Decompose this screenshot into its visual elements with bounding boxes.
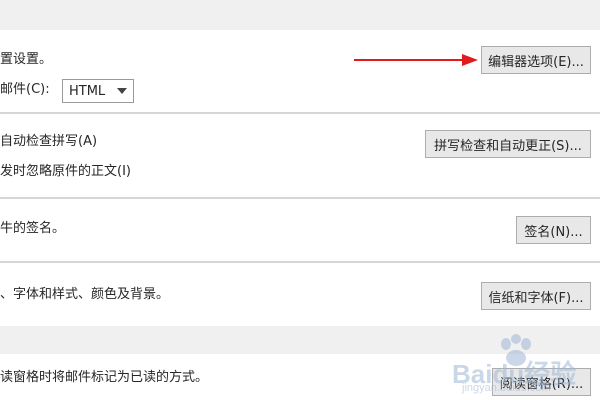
ignore-original-text-checkbox-label[interactable]: 发时忽略原件的正文(I) (0, 164, 131, 180)
reading-pane-text: 读窗格时将邮件标记为已读的方式。 (0, 370, 209, 385)
spelling-autocorrect-button[interactable]: 拼写检查和自动更正(S)... (425, 130, 591, 158)
red-arrow-annotation (354, 54, 478, 66)
compose-format-label: 邮件(C): (0, 82, 50, 97)
editor-options-text: 置设置。 (0, 52, 53, 67)
section-separator (0, 197, 600, 199)
section-header-band (0, 0, 600, 30)
signature-text: 牛的签名。 (0, 221, 66, 236)
editor-options-button[interactable]: 编辑器选项(E)... (481, 46, 591, 74)
section-separator (0, 112, 600, 114)
stationery-text: 、字体和样式、颜色及背景。 (0, 287, 170, 302)
baidu-watermark: Baidu经验 jingyan.baidu.com (452, 334, 582, 396)
signature-button[interactable]: 签名(N)... (516, 216, 591, 244)
chevron-down-icon (117, 88, 127, 94)
compose-format-value: HTML (69, 83, 106, 99)
compose-format-select[interactable]: HTML (62, 79, 134, 103)
stationery-fonts-button[interactable]: 信纸和字体(F)... (481, 282, 591, 310)
red-arrow-head (462, 54, 478, 66)
watermark-subtext: jingyan.baidu.com (462, 382, 551, 394)
section-separator (0, 261, 600, 263)
auto-check-spelling-checkbox-label[interactable]: 自动检查拼写(A) (0, 134, 97, 150)
